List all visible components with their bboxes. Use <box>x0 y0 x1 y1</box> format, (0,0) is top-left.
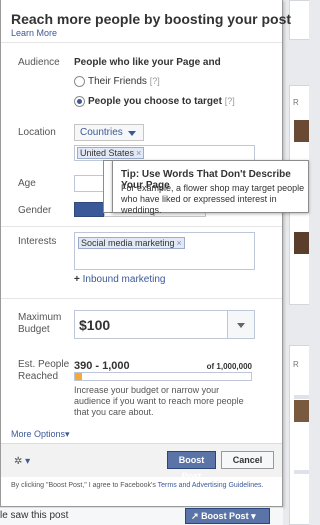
background-thumbnail <box>294 232 309 254</box>
chevron-down-icon[interactable] <box>227 311 254 338</box>
plus-icon: + <box>74 274 80 285</box>
terms-link[interactable]: Terms and Advertising Guidelines <box>158 482 262 489</box>
option-their-friends[interactable]: Their Friends [?] <box>88 76 160 87</box>
location-type-select[interactable]: Countries <box>74 124 144 141</box>
select-value: Countries <box>80 127 123 138</box>
reach-progress-bar <box>74 372 252 381</box>
interests-label: Interests <box>18 236 57 247</box>
gender-label: Gender <box>18 205 52 216</box>
background-card: R <box>289 345 309 525</box>
token-label: United States <box>80 148 135 158</box>
age-label: Age <box>18 178 36 189</box>
location-label: Location <box>18 127 56 138</box>
interest-token: Social media marketing × <box>78 237 185 249</box>
terms-text: By clicking "Boost Post," I agree to Fac… <box>11 481 276 491</box>
location-input[interactable]: United States × <box>74 145 255 161</box>
learn-more-link[interactable]: Learn More <box>11 28 57 38</box>
boost-arrow-icon: ↗ <box>191 511 199 521</box>
reach-total: of 1,000,000 <box>206 362 252 371</box>
chevron-down-icon <box>128 131 136 136</box>
help-hint[interactable]: [?] <box>225 96 235 106</box>
tooltip-body: For example, a flower shop may target pe… <box>121 183 305 215</box>
boost-post-page-button[interactable]: ↗ Boost Post ▾ <box>185 508 270 524</box>
boost-post-button[interactable]: Boost Post <box>167 451 216 481</box>
dialog-title: Reach more people by boosting your post <box>11 11 292 27</box>
audience-header: People who like your Page and <box>74 57 221 68</box>
radio-their-friends[interactable] <box>74 76 85 87</box>
background-card <box>289 0 309 40</box>
token-label: Social media marketing <box>81 238 175 248</box>
audience-label: Audience <box>18 57 60 68</box>
background-thumbnail <box>294 120 309 142</box>
boost-post-dialog: Reach more people by boosting your post … <box>0 0 291 507</box>
option-people-you-choose[interactable]: People you choose to target [?] <box>88 96 235 107</box>
divider <box>1 226 282 227</box>
budget-select[interactable]: $100 <box>74 310 255 339</box>
reach-progress-fill <box>75 373 83 380</box>
terms-suffix: . <box>261 482 264 489</box>
interests-input[interactable]: Social media marketing × <box>74 232 255 270</box>
suggested-interest-label: Inbound marketing <box>82 274 166 285</box>
divider <box>1 298 282 299</box>
terms-prefix: By clicking "Boost Post," I agree to Fac… <box>11 482 158 489</box>
more-options-label: More Options <box>11 429 66 439</box>
chevron-down-icon: ▾ <box>25 456 31 467</box>
gender-option-all[interactable] <box>74 202 104 217</box>
background-label: R <box>293 360 299 369</box>
radio-people-you-choose[interactable] <box>74 96 85 107</box>
background-line <box>294 395 309 399</box>
reach-label: Est. People Reached <box>18 359 70 382</box>
help-hint[interactable]: [?] <box>150 76 160 86</box>
gear-icon: ✲ <box>14 456 23 467</box>
remove-token-icon[interactable]: × <box>136 148 141 158</box>
location-token: United States × <box>77 147 145 159</box>
post-reach-text: le saw this post <box>0 510 69 521</box>
budget-label: Maximum Budget <box>18 312 62 335</box>
interests-tip-tooltip: Tip: Use Words That Don't Describe Your … <box>112 160 309 215</box>
background-page-right: R R <box>283 0 309 525</box>
background-label: R <box>293 98 299 107</box>
option-label: People you choose to target <box>88 96 222 107</box>
background-line <box>294 470 309 474</box>
chevron-down-icon: ▾ <box>251 511 256 521</box>
background-thumbnail <box>294 400 309 422</box>
divider <box>1 42 282 43</box>
suggested-interest[interactable]: + Inbound marketing <box>74 274 165 285</box>
settings-menu[interactable]: ✲ ▾ <box>14 456 30 467</box>
reach-range: 390 - 1,000 <box>74 360 130 372</box>
remove-token-icon[interactable]: × <box>177 238 182 248</box>
chevron-down-icon: ▾ <box>65 429 70 439</box>
option-label: Their Friends <box>88 76 147 87</box>
budget-value: $100 <box>79 317 111 333</box>
reach-note: Increase your budget or narrow your audi… <box>74 385 244 417</box>
more-options-link[interactable]: More Options▾ <box>11 429 70 440</box>
boost-post-page-label: Boost Post <box>201 511 249 521</box>
cancel-button[interactable]: Cancel <box>221 451 274 469</box>
